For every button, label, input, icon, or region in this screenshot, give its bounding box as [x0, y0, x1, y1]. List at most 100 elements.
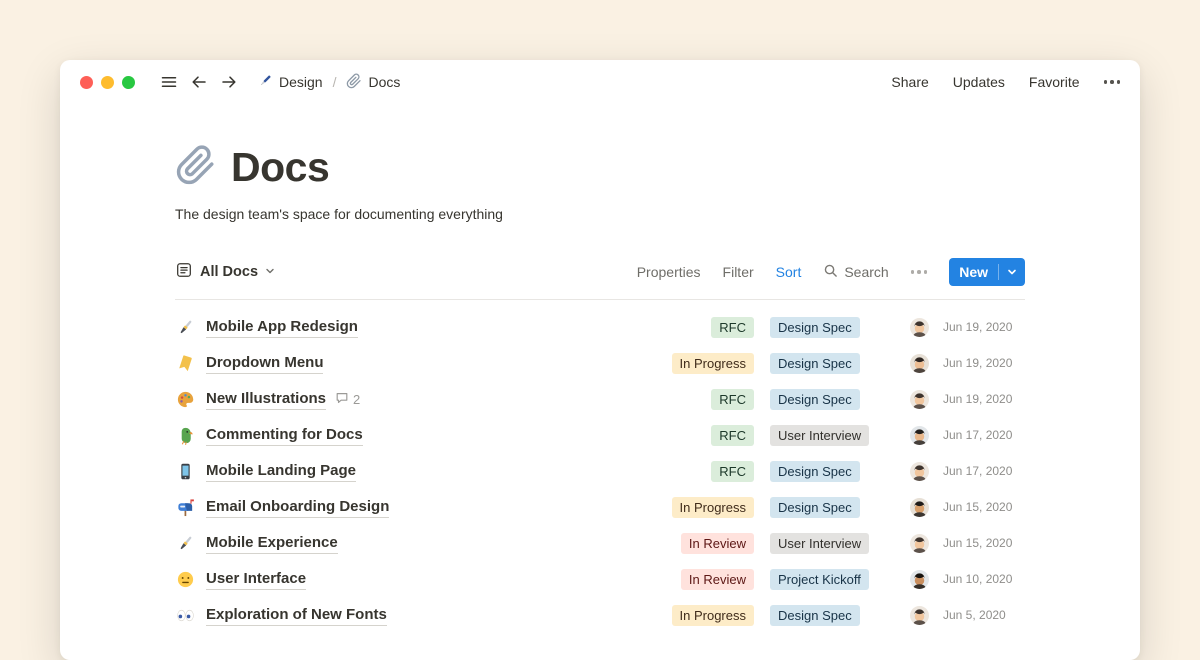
list-item[interactable]: Mobile Experience In Review User Intervi… — [175, 525, 1025, 561]
avatar — [910, 606, 929, 625]
doc-title-link[interactable]: Exploration of New Fonts — [206, 605, 387, 626]
edited-date: Jun 15, 2020 — [943, 500, 1025, 514]
app-window: Design / Docs Share Updates Favorite Doc… — [60, 60, 1140, 660]
list-item[interactable]: Mobile Landing Page RFC Design Spec Jun … — [175, 453, 1025, 489]
topbar-actions: Share Updates Favorite — [891, 74, 1120, 90]
doc-title-link[interactable]: Mobile Experience — [206, 533, 338, 554]
tag-badge: Design Spec — [770, 353, 860, 374]
mailbox-icon — [175, 497, 195, 517]
tag-badge: Design Spec — [770, 461, 860, 482]
comment-count-badge[interactable]: 2 — [335, 391, 360, 408]
page-content: Docs The design team's space for documen… — [60, 104, 1140, 633]
share-button[interactable]: Share — [891, 74, 928, 90]
parrot-icon — [175, 425, 195, 445]
avatar — [910, 426, 929, 445]
edited-date: Jun 19, 2020 — [943, 320, 1025, 334]
palette-icon — [175, 389, 195, 409]
doc-title-link[interactable]: Mobile Landing Page — [206, 461, 356, 482]
list-item[interactable]: Exploration of New Fonts In Progress Des… — [175, 597, 1025, 633]
forward-arrow-icon[interactable] — [217, 70, 241, 94]
avatar — [910, 354, 929, 373]
updates-button[interactable]: Updates — [953, 74, 1005, 90]
new-button[interactable]: New — [949, 258, 1025, 286]
close-button[interactable] — [80, 76, 93, 89]
back-arrow-icon[interactable] — [187, 70, 211, 94]
tag-badge: Design Spec — [770, 317, 860, 338]
status-badge: RFC — [711, 425, 754, 446]
doc-title-link[interactable]: Commenting for Docs — [206, 425, 363, 446]
chevron-down-icon[interactable] — [999, 267, 1025, 277]
favorite-button[interactable]: Favorite — [1029, 74, 1080, 90]
search-icon — [823, 263, 838, 281]
tag-badge: Project Kickoff — [770, 569, 869, 590]
avatar — [910, 318, 929, 337]
view-switcher[interactable]: All Docs — [175, 261, 275, 283]
breadcrumb-item-design[interactable]: Design — [257, 73, 323, 92]
chevron-down-icon — [265, 264, 275, 280]
tag-badge: Design Spec — [770, 605, 860, 626]
menu-icon[interactable] — [157, 70, 181, 94]
doc-title-link[interactable]: Email Onboarding Design — [206, 497, 389, 518]
more-options-icon[interactable] — [1104, 80, 1121, 84]
list-view-icon — [175, 261, 193, 283]
view-toolbar: All Docs Properties Filter Sort Search N… — [175, 258, 1025, 286]
list-item[interactable]: Dropdown Menu In Progress Design Spec Ju… — [175, 345, 1025, 381]
docs-list: Mobile App Redesign RFC Design Spec Jun … — [175, 300, 1025, 633]
page-header: Docs — [175, 144, 1025, 191]
comment-count: 2 — [353, 392, 360, 407]
status-badge: In Progress — [672, 605, 754, 626]
avatar — [910, 462, 929, 481]
paperclip-icon — [346, 73, 362, 92]
edited-date: Jun 5, 2020 — [943, 608, 1025, 622]
neutral-face-icon — [175, 569, 195, 589]
doc-title-link[interactable]: Mobile App Redesign — [206, 317, 358, 338]
breadcrumb-label: Design — [279, 74, 323, 90]
list-item[interactable]: New Illustrations 2 RFC Design Spec Jun … — [175, 381, 1025, 417]
status-badge: RFC — [711, 389, 754, 410]
page-description: The design team's space for documenting … — [175, 206, 1025, 222]
toolbar-actions: Properties Filter Sort Search New — [637, 258, 1025, 286]
zoom-button[interactable] — [122, 76, 135, 89]
status-badge: In Review — [681, 569, 754, 590]
edited-date: Jun 15, 2020 — [943, 536, 1025, 550]
doc-title-link[interactable]: New Illustrations — [206, 389, 326, 410]
properties-button[interactable]: Properties — [637, 264, 701, 280]
status-badge: In Progress — [672, 353, 754, 374]
breadcrumb-item-docs[interactable]: Docs — [346, 73, 400, 92]
filter-button[interactable]: Filter — [723, 264, 754, 280]
tag-badge: Design Spec — [770, 389, 860, 410]
new-button-label[interactable]: New — [949, 264, 998, 280]
doc-title-link[interactable]: User Interface — [206, 569, 306, 590]
edited-date: Jun 19, 2020 — [943, 392, 1025, 406]
tag-badge: User Interview — [770, 533, 869, 554]
paintbrush-icon — [175, 317, 195, 337]
list-item[interactable]: Mobile App Redesign RFC Design Spec Jun … — [175, 309, 1025, 345]
status-badge: RFC — [711, 317, 754, 338]
edited-date: Jun 19, 2020 — [943, 356, 1025, 370]
search-label: Search — [844, 264, 888, 280]
paintbrush-icon — [175, 533, 195, 553]
avatar — [910, 390, 929, 409]
list-item[interactable]: Email Onboarding Design In Progress Desi… — [175, 489, 1025, 525]
avatar — [910, 534, 929, 553]
doc-title-link[interactable]: Dropdown Menu — [206, 353, 323, 374]
window-topbar: Design / Docs Share Updates Favorite — [60, 60, 1140, 104]
list-item[interactable]: Commenting for Docs RFC User Interview J… — [175, 417, 1025, 453]
status-badge: RFC — [711, 461, 754, 482]
bookmark-icon — [175, 353, 195, 373]
edited-date: Jun 17, 2020 — [943, 428, 1025, 442]
view-more-icon[interactable] — [911, 270, 928, 274]
minimize-button[interactable] — [101, 76, 114, 89]
avatar — [910, 498, 929, 517]
list-item[interactable]: User Interface In Review Project Kickoff… — [175, 561, 1025, 597]
comment-icon — [335, 391, 349, 408]
breadcrumb-separator: / — [330, 74, 340, 90]
search-button[interactable]: Search — [823, 263, 888, 281]
status-badge: In Progress — [672, 497, 754, 518]
paperclip-icon[interactable] — [175, 144, 217, 191]
sort-button[interactable]: Sort — [776, 264, 802, 280]
avatar — [910, 570, 929, 589]
breadcrumb-label: Docs — [368, 74, 400, 90]
eyes-icon — [175, 605, 195, 625]
status-badge: In Review — [681, 533, 754, 554]
